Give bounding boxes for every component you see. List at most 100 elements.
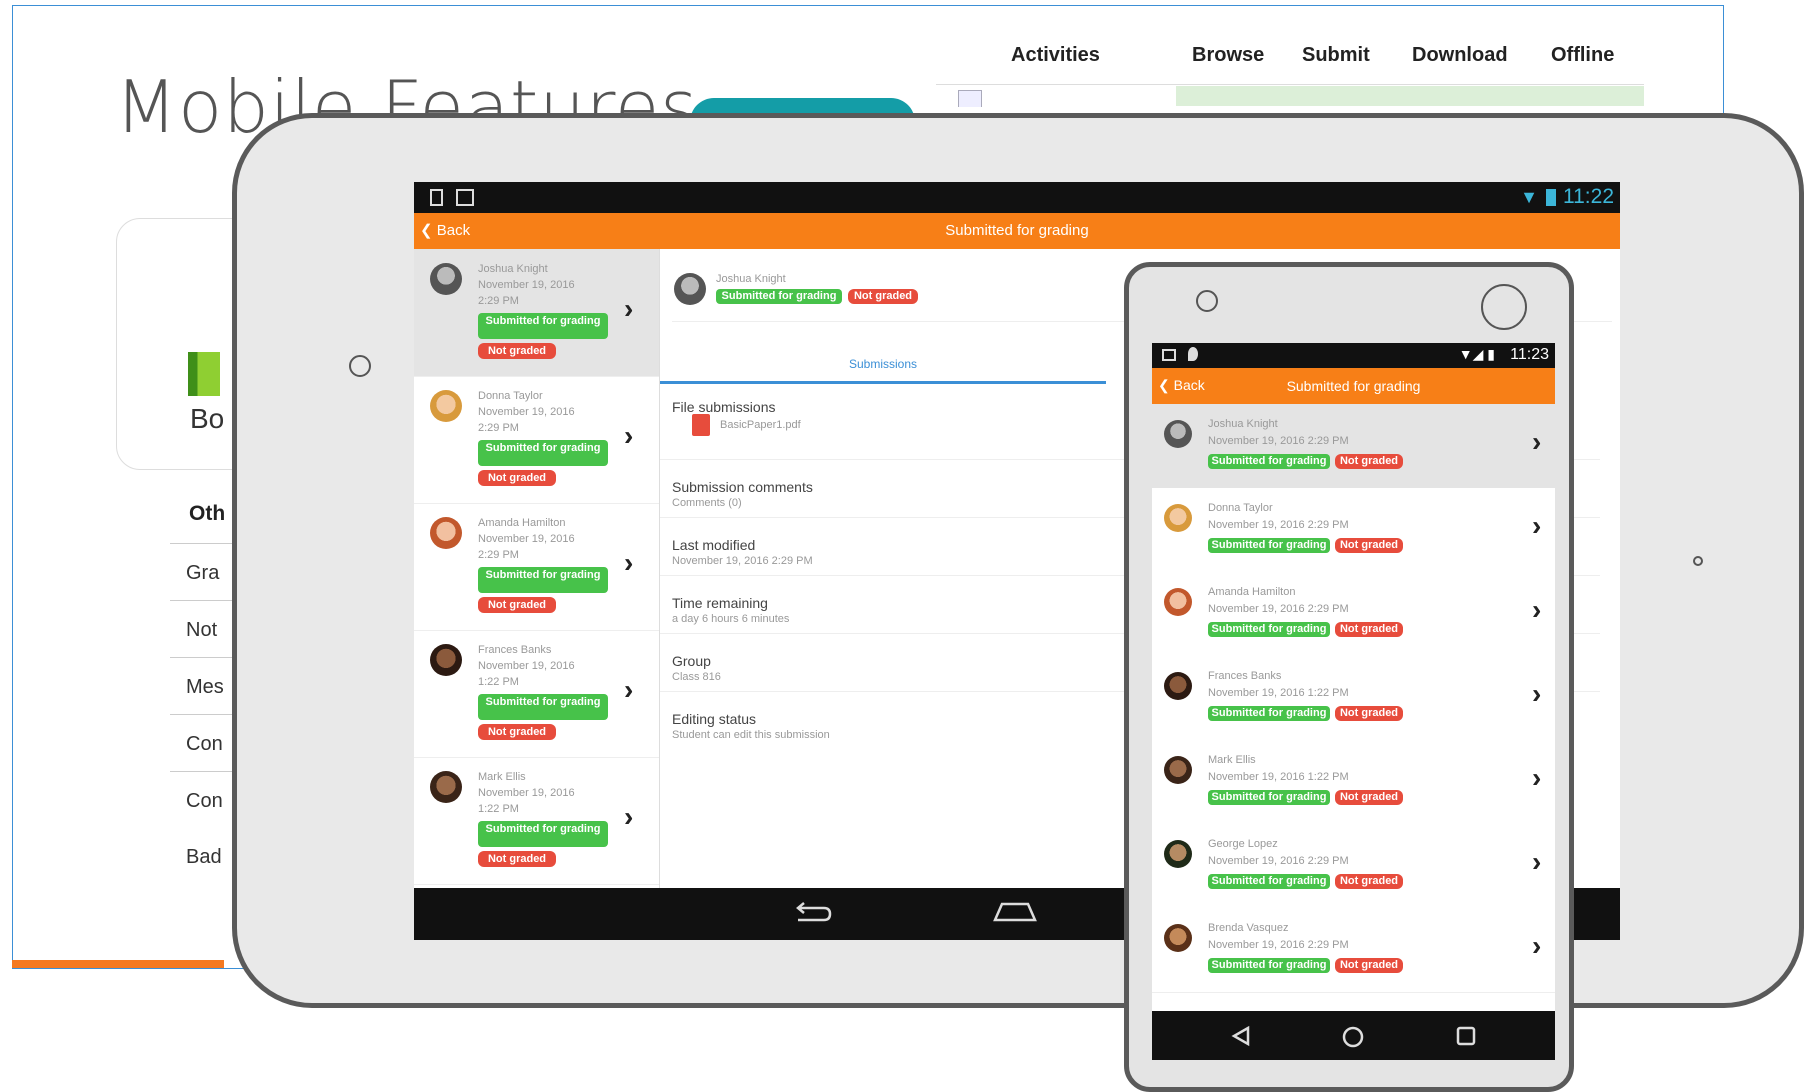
- list-item[interactable]: Donna Taylor November 19, 2016 2:29 PM S…: [414, 376, 659, 504]
- status-badge: Submitted for grading: [478, 694, 608, 720]
- feature-row[interactable]: Not: [170, 600, 236, 658]
- tablet-app-header: ❮ Back Submitted for grading: [414, 213, 1620, 249]
- battery-icon: [1546, 189, 1556, 206]
- list-item[interactable]: Amanda Hamilton November 19, 2016 2:29 P…: [1152, 572, 1555, 657]
- grade-badge: Not graded: [1335, 622, 1403, 637]
- time-remaining-label: Time remaining: [672, 595, 768, 611]
- submission-time: 1:22 PM: [478, 676, 519, 688]
- phone-camera: [1481, 284, 1527, 330]
- home-icon[interactable]: [992, 900, 1038, 924]
- grade-badge: Not graded: [1335, 874, 1403, 889]
- grade-badge: Not graded: [478, 851, 556, 867]
- status-badge: Submitted for grading: [1208, 958, 1330, 973]
- tab-browse[interactable]: Browse: [1192, 44, 1264, 67]
- list-item[interactable]: Joshua Knight November 19, 2016 2:29 PM …: [1152, 404, 1555, 489]
- list-item[interactable]: Donna Taylor November 19, 2016 2:29 PM S…: [1152, 488, 1555, 573]
- student-name: George Lopez: [1208, 838, 1278, 850]
- chevron-right-icon: ›: [624, 674, 634, 705]
- avatar: [1164, 756, 1192, 784]
- phone-status-bar: ▼◢ ▮ 11:23: [1152, 343, 1555, 368]
- tablet-status-bar: ▼ 11:22: [414, 182, 1620, 213]
- grade-badge: Not graded: [478, 343, 556, 359]
- status-badge: Submitted for grading: [1208, 706, 1330, 721]
- comments-label: Submission comments: [672, 479, 813, 495]
- status-badge: Submitted for grading: [1208, 538, 1330, 553]
- feature-row[interactable]: Bad: [170, 828, 236, 885]
- list-item[interactable]: Amanda Hamilton November 19, 2016 2:29 P…: [414, 503, 659, 631]
- file-submissions-label: File submissions: [672, 399, 776, 415]
- grade-badge: Not graded: [478, 470, 556, 486]
- feature-row[interactable]: Mes: [170, 657, 236, 715]
- student-name: Joshua Knight: [478, 263, 548, 275]
- tablet-camera: [349, 355, 371, 377]
- chevron-right-icon: ›: [624, 547, 634, 578]
- chevron-right-icon: ›: [1532, 762, 1542, 793]
- avatar: [430, 517, 462, 549]
- list-item[interactable]: George Lopez November 19, 2016 2:29 PM S…: [1152, 824, 1555, 909]
- submission-date: November 19, 2016: [478, 660, 575, 672]
- student-name: Joshua Knight: [716, 273, 786, 285]
- chevron-right-icon: ›: [624, 293, 634, 324]
- tab-download[interactable]: Download: [1412, 44, 1508, 67]
- chevron-right-icon: ›: [624, 420, 634, 451]
- avatar: [1164, 420, 1192, 448]
- student-name: Donna Taylor: [1208, 502, 1273, 514]
- group-value: Class 816: [672, 671, 721, 683]
- feature-row-label: Not: [186, 619, 218, 641]
- submission-date: November 19, 2016 1:22 PM: [1208, 771, 1349, 783]
- back-arrow-icon[interactable]: [790, 900, 834, 928]
- list-item[interactable]: Frances Banks November 19, 2016 1:22 PM …: [1152, 656, 1555, 741]
- list-item[interactable]: Mark Ellis November 19, 2016 1:22 PM Sub…: [414, 757, 659, 885]
- status-badge: Submitted for grading: [478, 567, 608, 593]
- tab-offline[interactable]: Offline: [1551, 44, 1614, 67]
- grade-badge: Not graded: [1335, 958, 1403, 973]
- avatar: [674, 273, 706, 305]
- feature-card-label: Bo: [190, 403, 225, 434]
- student-name: Amanda Hamilton: [478, 517, 566, 529]
- other-features-heading: Oth: [189, 502, 226, 525]
- tab-submit[interactable]: Submit: [1302, 44, 1370, 67]
- feature-row-label: Bad: [186, 846, 222, 868]
- tab-activities[interactable]: Activities: [1011, 44, 1100, 67]
- submission-time: 2:29 PM: [478, 295, 519, 307]
- feature-row[interactable]: Con: [170, 771, 236, 829]
- sim-icon: [430, 189, 443, 206]
- status-badge: Submitted for grading: [478, 821, 608, 847]
- submission-date: November 19, 2016 1:22 PM: [1208, 687, 1349, 699]
- feature-row[interactable]: Con: [170, 714, 236, 772]
- feature-row-label: Con: [186, 790, 223, 812]
- home-circle-icon[interactable]: [1341, 1025, 1365, 1049]
- avatar: [430, 390, 462, 422]
- editing-status-value: Student can edit this submission: [672, 729, 830, 741]
- document-icon: [958, 90, 982, 107]
- student-name: Frances Banks: [1208, 670, 1282, 682]
- group-label: Group: [672, 653, 711, 669]
- status-badge: Submitted for grading: [716, 289, 842, 304]
- list-item[interactable]: Brenda Vasquez November 19, 2016 2:29 PM…: [1152, 908, 1555, 993]
- student-name: Mark Ellis: [1208, 754, 1256, 766]
- status-badge: Submitted for grading: [1208, 790, 1330, 805]
- status-time: 11:22: [1563, 185, 1614, 208]
- grade-badge: Not graded: [1335, 790, 1403, 805]
- list-item[interactable]: Mark Ellis November 19, 2016 1:22 PM Sub…: [1152, 740, 1555, 825]
- submission-time: 2:29 PM: [478, 422, 519, 434]
- list-item[interactable]: Frances Banks November 19, 2016 1:22 PM …: [414, 630, 659, 758]
- chevron-right-icon: ›: [1532, 510, 1542, 541]
- submission-time: 2:29 PM: [478, 549, 519, 561]
- feature-row-label: Gra: [186, 562, 220, 584]
- avatar: [430, 644, 462, 676]
- list-item[interactable]: Joshua Knight November 19, 2016 2:29 PM …: [414, 249, 659, 377]
- student-name: Frances Banks: [478, 644, 552, 656]
- feature-row-label: Con: [186, 733, 223, 755]
- feature-row[interactable]: Gra: [170, 543, 236, 601]
- status-badge: Submitted for grading: [478, 313, 608, 339]
- recents-square-icon[interactable]: [1455, 1025, 1477, 1047]
- phone-nav-bar: [1152, 1011, 1555, 1060]
- student-name: Mark Ellis: [478, 771, 526, 783]
- avatar: [1164, 504, 1192, 532]
- image-icon: [1162, 349, 1176, 361]
- tab-submissions[interactable]: Submissions: [660, 351, 1106, 384]
- comments-value[interactable]: Comments (0): [672, 497, 742, 509]
- back-triangle-icon[interactable]: [1230, 1025, 1252, 1047]
- file-link[interactable]: BasicPaper1.pdf: [720, 419, 801, 431]
